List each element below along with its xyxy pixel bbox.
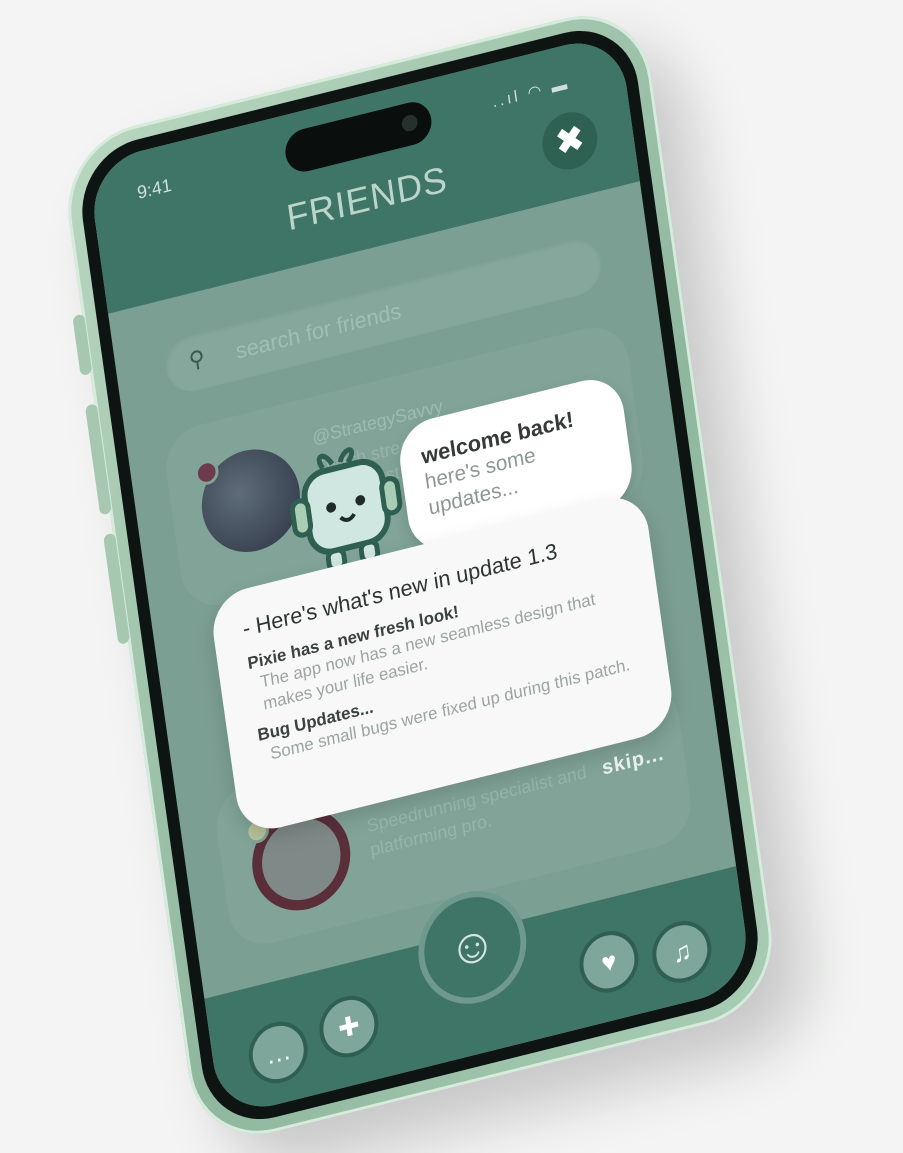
- mute-switch: [72, 313, 93, 377]
- chat-icon: …: [263, 1034, 293, 1071]
- volume-down-button: [103, 532, 131, 646]
- nav-notifications-button[interactable]: ♫: [648, 914, 716, 989]
- heart-icon: ♥: [599, 944, 619, 979]
- search-icon: ⚲: [187, 344, 207, 374]
- gamepad-icon: ✚: [336, 1009, 362, 1045]
- dynamic-island: [282, 97, 435, 176]
- profile-icon: ☺: [444, 914, 500, 980]
- camera-icon: [400, 113, 419, 133]
- nav-chat-button[interactable]: …: [244, 1015, 312, 1090]
- nav-games-button[interactable]: ✚: [315, 989, 383, 1064]
- status-time: 9:41: [135, 174, 173, 203]
- bell-icon: ♫: [670, 934, 694, 970]
- phone-mockup: 9:41 ..ıl ◠ ▬ FRIENDS ✖ ⚲ @StrategySavvy…: [58, 0, 782, 1151]
- nav-likes-button[interactable]: ♥: [575, 924, 643, 999]
- volume-up-button: [84, 403, 112, 516]
- status-icons: ..ıl ◠ ▬: [491, 75, 572, 112]
- close-icon: ✖: [553, 118, 587, 164]
